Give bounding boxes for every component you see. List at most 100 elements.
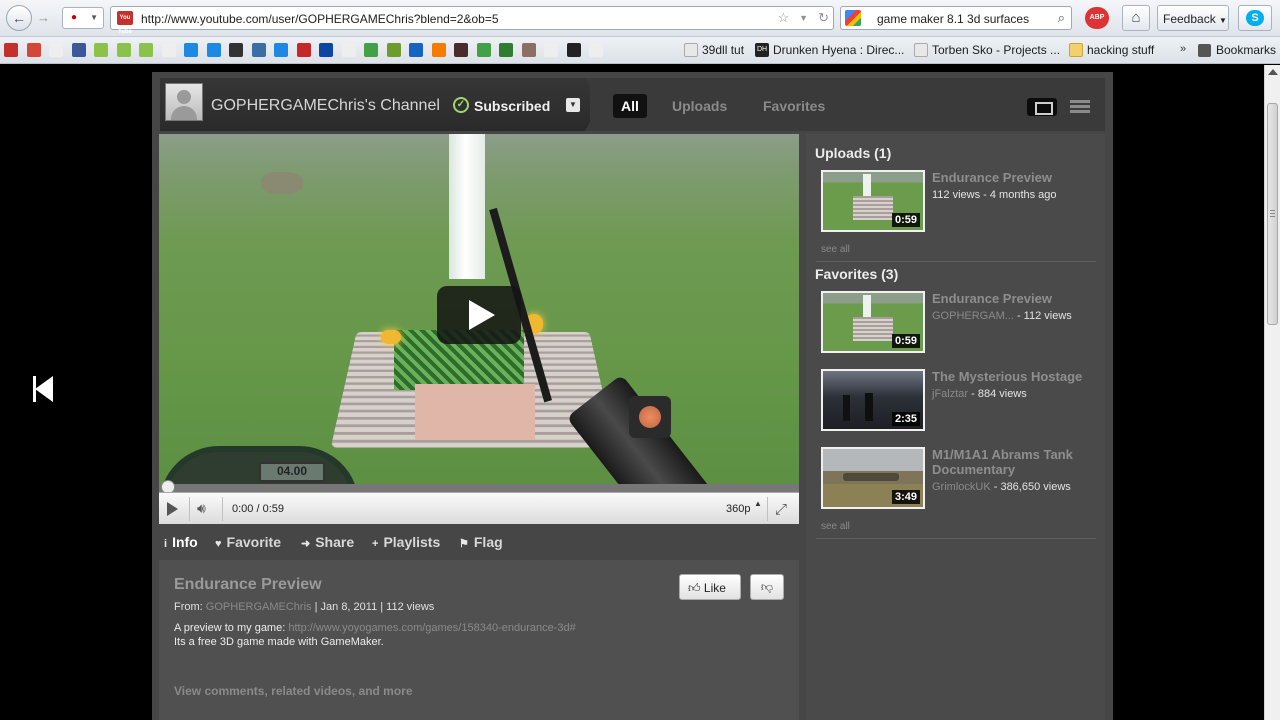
bookmark-favicon-icon[interactable] [274,43,288,57]
bookmark-favicon-icon[interactable] [409,43,423,57]
bookmark-favicon-icon[interactable] [49,43,63,57]
bookmark-favicon-icon[interactable] [544,43,558,57]
bookmark-favicon-icon[interactable] [454,43,468,57]
bookmark-favicon-icon[interactable] [139,43,153,57]
video-info-panel: Endurance Preview 👍︎ Like 👎︎ From: GOPHE… [159,560,799,720]
favorites-see-all-link[interactable]: see all [821,521,850,532]
page-scrollbar[interactable] [1264,65,1280,720]
avatar[interactable] [165,83,203,121]
bookmark-favicon-icon[interactable] [319,43,333,57]
play-icon[interactable] [167,502,178,516]
video-thumbnail[interactable]: 3:49 [821,447,925,509]
favorite-video-title[interactable]: Endurance Preview [932,291,1102,306]
search-input[interactable]: game maker 8.1 3d surfaces [877,12,1029,26]
favorite-video-meta: jFalztar - 884 views [932,388,1027,400]
favorites-heading[interactable]: Favorites (3) [815,266,898,282]
bookmark-favicon-icon[interactable] [476,43,491,57]
subscribed-label[interactable]: Subscribed [474,98,550,114]
tab-info[interactable]: i Info [164,534,198,550]
bookmark-favicon-icon[interactable] [386,43,401,57]
bookmark-favicon-icon[interactable] [431,43,446,57]
bookmark-favicon-icon[interactable] [116,43,131,57]
favorite-video-title[interactable]: The Mysterious Hostage [932,369,1102,384]
favorite-video-user[interactable]: GOPHERGAM... [932,310,1014,322]
video-title[interactable]: Endurance Preview [174,576,322,594]
video-frame[interactable]: 04.00 [159,134,799,492]
more-bookmarks-chevron-icon[interactable]: » [1180,43,1186,55]
quality-selector[interactable]: 360p [726,503,750,515]
url-text[interactable]: http://www.youtube.com/user/GOPHERGAMECh… [141,12,499,26]
uploader-link[interactable]: GOPHERGAMEChris [206,601,312,613]
bookmark-favicon-icon[interactable] [161,43,176,57]
skype-button[interactable]: S [1238,5,1272,31]
bookmark-favicon-icon[interactable] [229,43,243,57]
upload-video-title[interactable]: Endurance Preview [932,170,1102,185]
uploads-heading[interactable]: Uploads (1) [815,145,891,161]
bookmarks-menu-button[interactable]: Bookmarks [1198,43,1276,57]
reload-icon[interactable]: ↻ [818,10,829,26]
video-player[interactable]: 04.00 🔊︎ 0:00 / 0:59 360p ▲ ⤢ [159,134,799,524]
like-button[interactable]: 👍︎ Like [679,574,741,600]
adblock-icon[interactable]: ABP [1085,7,1109,29]
view-comments-link[interactable]: View comments, related videos, and more [174,684,413,698]
player-view-icon[interactable] [1027,98,1057,116]
bookmark-favicon-icon[interactable] [296,43,311,57]
bookmark-favicon-icon[interactable] [71,43,86,57]
bookmark-favicon-icon[interactable] [589,43,603,57]
magnifier-icon[interactable]: ⌕ [1058,10,1065,26]
scroll-up-arrow-icon[interactable] [1268,69,1278,75]
video-thumbnail[interactable]: 0:59 [821,291,925,353]
back-button[interactable]: ← [6,5,32,31]
tab-playlists[interactable]: + Playlists [372,534,440,550]
bookmark-favicon-icon[interactable] [521,43,536,57]
favorite-video-title[interactable]: M1/M1A1 Abrams Tank Documentary [932,447,1102,477]
video-thumbnail[interactable]: 2:35 [821,369,925,431]
favorite-video-user[interactable]: GrimlockUK [932,481,991,493]
bookmark-39dll-tut[interactable]: 39dll tut [684,43,744,59]
tab-share[interactable]: ➜ Share [301,534,354,550]
dropdown-arrow-icon[interactable]: ▼ [799,10,808,26]
google-icon[interactable] [845,10,861,26]
channel-title[interactable]: GOPHERGAMEChris's Channel [211,97,440,115]
chevron-up-icon[interactable]: ▲ [754,499,762,508]
dislike-button[interactable]: 👎︎ [750,574,784,600]
tab-all[interactable]: All [613,94,647,118]
tab-menu-button[interactable]: ● ▼ [62,7,104,29]
bookmark-favicon-icon[interactable] [184,43,198,57]
collapse-arrow-icon[interactable] [31,374,59,404]
bookmark-torben-sko[interactable]: Torben Sko - Projects ... [914,43,1060,59]
tab-favorite[interactable]: ♥ Favorite [215,534,281,550]
tab-flag[interactable]: ⚑ Flag [459,534,503,550]
fullscreen-icon[interactable]: ⤢ [775,501,787,518]
tab-favorites[interactable]: Favorites [755,94,833,118]
star-icon[interactable]: ☆ [778,10,790,26]
volume-icon[interactable]: 🔊︎ [197,500,206,517]
bookmark-favicon-icon[interactable] [206,43,221,57]
bookmark-hacking-stuff[interactable]: hacking stuff [1069,43,1154,59]
bookmark-favicon-icon[interactable] [566,43,581,57]
tab-uploads[interactable]: Uploads [664,94,735,118]
bookmark-favicon-icon[interactable] [364,43,378,57]
bookmark-favicon-icon[interactable] [26,43,41,57]
subscribe-dropdown-icon[interactable]: ▼ [566,98,580,112]
progress-bar[interactable] [159,480,799,492]
bookmark-favicon-icon[interactable] [251,43,266,57]
forward-button[interactable]: → [37,10,50,25]
uploads-see-all-link[interactable]: see all [821,244,850,255]
bookmark-favicon-icon[interactable] [4,43,18,57]
video-thumbnail[interactable]: 0:59 [821,170,925,232]
description-link[interactable]: http://www.yoyogames.com/games/158340-en… [288,622,575,634]
bookmark-favicon-icon[interactable] [94,43,108,57]
home-button[interactable]: ⌂ [1122,5,1150,31]
scroll-thumb[interactable] [1267,103,1278,325]
favorite-video-user[interactable]: jFalztar [932,388,968,400]
address-bar[interactable]: You Tube http://www.youtube.com/user/GOP… [110,6,834,35]
big-play-button[interactable] [437,286,521,344]
grid-view-icon[interactable] [1070,100,1090,114]
bookmark-drunken-hyena[interactable]: DH Drunken Hyena : Direc... [755,43,904,59]
feedback-button[interactable]: Feedback ▼ [1157,5,1229,31]
search-bar[interactable]: game maker 8.1 3d surfaces ⌕ [840,6,1072,30]
bookmark-favicon-icon[interactable] [341,43,356,57]
bookmark-favicon-icon[interactable] [499,43,513,57]
progress-handle[interactable] [161,480,175,492]
